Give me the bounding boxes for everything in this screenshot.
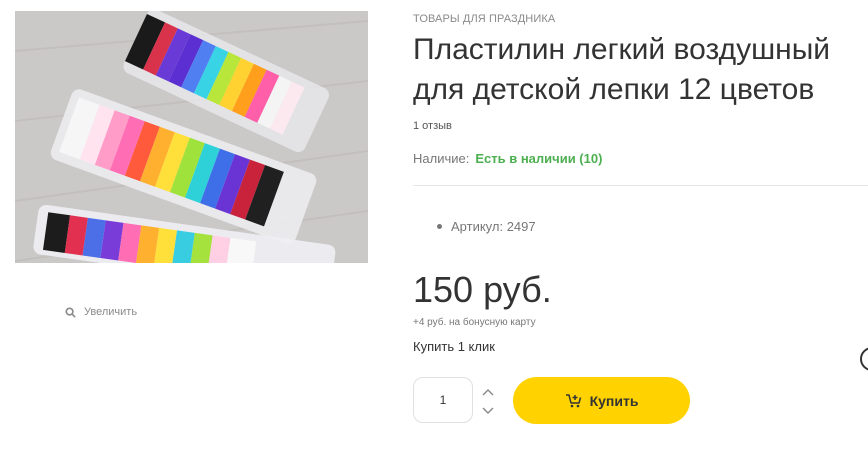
reviews-link[interactable]: 1 отзыв — [413, 120, 452, 132]
buy-button[interactable]: Купить — [513, 377, 690, 424]
zoom-link[interactable]: Увеличить — [65, 306, 137, 318]
category-breadcrumb[interactable]: ТОВАРЫ ДЛЯ ПРАЗДНИКА — [413, 13, 555, 25]
bullet — [437, 224, 442, 230]
stock-value: Есть в наличии (10) — [475, 151, 603, 166]
cart-plus-icon — [565, 394, 581, 408]
sku: Артикул: 2497 — [451, 219, 536, 234]
price: 150 руб. — [413, 269, 552, 310]
product-title-line-2: для детской лепки 12 цветов — [413, 73, 815, 106]
stock-status: Наличие: Есть в наличии (10) — [413, 151, 602, 166]
quantity-input[interactable]: 1 — [413, 377, 473, 423]
quantity-decrease-button[interactable] — [480, 405, 496, 417]
quantity-increase-button[interactable] — [480, 386, 496, 398]
chevron-down-icon — [482, 407, 494, 414]
chevron-up-icon — [482, 389, 494, 396]
product-title-line-1: Пластилин легкий воздушный — [413, 33, 831, 66]
bonus-info: +4 руб. на бонусную карту — [413, 317, 536, 328]
divider — [413, 185, 868, 186]
zoom-label: Увеличить — [84, 306, 138, 318]
product-properties: Артикул: 2497 — [437, 219, 536, 234]
product-image[interactable] — [15, 11, 368, 263]
side-widget-button[interactable] — [860, 347, 868, 371]
stock-label: Наличие: — [413, 151, 470, 166]
one-click-buy-link[interactable]: Купить 1 клик — [413, 339, 495, 354]
product-title: Пластилин легкий воздушный для детской ле… — [413, 30, 868, 110]
search-icon — [65, 306, 76, 318]
buy-button-label: Купить — [589, 392, 639, 409]
